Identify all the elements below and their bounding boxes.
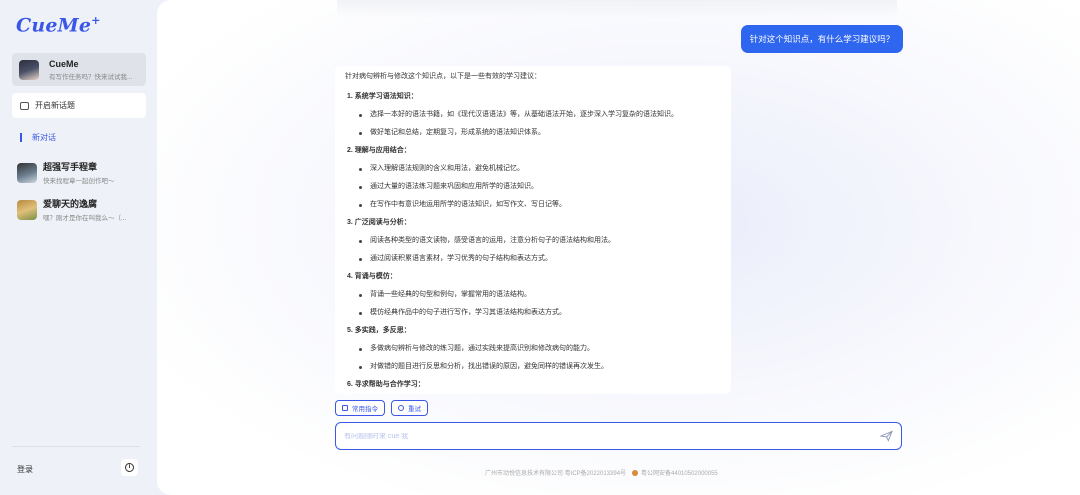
bullet-dot — [359, 257, 362, 261]
answer-bullet-text: 模仿经典作品中的句子进行写作，学习其语法结构和表达方式。 — [370, 309, 566, 316]
divider — [12, 446, 140, 447]
bot-card-subtitle: 有写作任务吗？快来试试我... — [49, 73, 133, 81]
login-button[interactable]: 登录 — [17, 464, 33, 475]
info-button[interactable]: i — [121, 459, 138, 476]
history-item-text: 爱聊天的逸腐 嘿？刚才是你在叫我么～（... — [43, 197, 126, 222]
avatar — [17, 162, 37, 183]
new-topic-button[interactable]: 开启新话题 — [12, 93, 146, 118]
answer-section: 3. 广泛阅读与分析： 阅读各种类型的语文读物，感受语言的运用，注意分析句子的语法… — [345, 218, 721, 264]
answer-bullet: 阅读各种类型的语文读物，感受语言的运用，注意分析句子的语法结构和用法。 — [345, 236, 721, 246]
new-topic-label: 开启新话题 — [35, 101, 75, 110]
answer-bullet-text: 在写作中有意识地运用所学的语法知识，如写作文、写日记等。 — [370, 201, 566, 208]
history-item-title: 爱聊天的逸腐 — [43, 199, 98, 209]
answer-bullet: 深入理解语法规则的含义和用法，避免机械记忆。 — [345, 164, 721, 174]
answer-bullet-text: 选择一本好的语法书籍，如《现代汉语语法》等，从基础语法开始，逐步深入学习复杂的语… — [370, 111, 678, 118]
answer-bullet: 通过阅读积累语言素材，学习优秀的句子结构和表达方式。 — [345, 254, 721, 264]
answer-section: 4. 背诵与模仿： 背诵一些经典的句型和例句，掌握常用的语法结构。模仿经典作品中的… — [345, 272, 721, 318]
answer-bullet: 做好笔记和总结，定期复习，形成系统的语法知识体系。 — [345, 128, 721, 138]
answer-bullet: 背诵一些经典的句型和例句，掌握常用的语法结构。 — [345, 290, 721, 300]
bullet-dot — [359, 167, 362, 171]
sidebar-item-new-chat[interactable]: 新对话 — [20, 132, 56, 143]
answer-section-title: 6. 寻求帮助与合作学习： — [347, 381, 425, 388]
message-input[interactable] — [344, 432, 844, 440]
bullet-dot — [359, 347, 362, 351]
bot-card-cueme[interactable]: CueMe 有写作任务吗？快来试试我... — [12, 53, 146, 86]
new-chat-label: 新对话 — [32, 133, 56, 142]
retry-button[interactable]: 重试 — [391, 400, 428, 416]
answer-section-title: 1. 系统学习语法知识： — [347, 93, 418, 100]
history-item-text: 超强写手程章 快来找程章一起创作吧～ — [43, 160, 115, 185]
chat-bubble-icon — [20, 101, 29, 110]
bullet-dot — [359, 203, 362, 207]
answer-section-title: 5. 多实践，多反思： — [347, 327, 411, 334]
answer-bullet-text: 通过大量的语法练习题来巩固和应用所学的语法知识。 — [370, 183, 538, 190]
avatar — [17, 199, 37, 220]
command-icon — [342, 405, 348, 411]
info-icon: i — [125, 463, 134, 472]
app-logo[interactable]: CueMe+ — [16, 14, 101, 36]
answer-bullet: 选择一本好的语法书籍，如《现代汉语语法》等，从基础语法开始，逐步深入学习复杂的语… — [345, 110, 721, 120]
history-item-subtitle: 快来找程章一起创作吧～ — [43, 178, 115, 185]
police-badge-icon — [632, 469, 639, 476]
avatar — [19, 59, 39, 80]
history-item-title: 超强写手程章 — [43, 162, 98, 172]
bullet-dot — [359, 311, 362, 315]
assistant-answer: 针对病句辨析与修改这个知识点，以下是一些有效的学习建议： 1. 系统学习语法知识… — [335, 66, 731, 394]
bot-card-text: CueMe 有写作任务吗？快来试试我... — [49, 59, 132, 81]
answer-sections: 1. 系统学习语法知识： 选择一本好的语法书籍，如《现代汉语语法》等，从基础语法开… — [345, 92, 721, 390]
bullet-dot — [359, 131, 362, 135]
chat-main: 针对这个知识点，有什么学习建议吗？ 针对病句辨析与修改这个知识点，以下是一些有效… — [157, 0, 1080, 495]
answer-bullet: 模仿经典作品中的句子进行写作，学习其语法结构和表达方式。 — [345, 308, 721, 318]
bullet-dot — [359, 293, 362, 297]
answer-section: 6. 寻求帮助与合作学习： — [345, 380, 721, 390]
answer-bullet-text: 做好笔记和总结，定期复习，形成系统的语法知识体系。 — [370, 129, 545, 136]
answer-section: 2. 理解与应用结合： 深入理解语法规则的含义和用法，避免机械记忆。通过大量的语法… — [345, 146, 721, 210]
bot-card-title: CueMe — [49, 58, 79, 69]
retry-label: 重试 — [408, 406, 421, 413]
user-message-bubble: 针对这个知识点，有什么学习建议吗？ — [741, 25, 903, 53]
police-text[interactable]: 粤公网安备44010502000055 — [641, 468, 718, 477]
active-indicator — [20, 133, 22, 142]
refresh-icon — [398, 405, 404, 411]
answer-actions: 常用指令 重试 — [335, 400, 428, 416]
answer-section: 5. 多实践，多反思： 多做病句辨析与修改的练习题，通过实践来提高识别和修改病句的… — [345, 326, 721, 372]
history-item[interactable]: 爱聊天的逸腐 嘿？刚才是你在叫我么～（... — [17, 197, 151, 222]
answer-section-title: 2. 理解与应用结合： — [347, 147, 411, 154]
answer-bullet-text: 深入理解语法规则的含义和用法，避免机械记忆。 — [370, 165, 524, 172]
answer-bullet-text: 多做病句辨析与修改的练习题，通过实践来提高识别和修改病句的能力。 — [370, 345, 594, 352]
history-item-subtitle: 嘿？刚才是你在叫我么～（... — [43, 215, 127, 222]
common-commands-button[interactable]: 常用指令 — [335, 400, 385, 416]
app-logo-text: CueMe — [16, 14, 92, 37]
bullet-dot — [359, 365, 362, 369]
common-commands-label: 常用指令 — [352, 406, 378, 413]
history-item[interactable]: 超强写手程章 快来找程章一起创作吧～ — [17, 160, 151, 185]
bullet-dot — [359, 113, 362, 117]
answer-bullet: 多做病句辨析与修改的练习题，通过实践来提高识别和修改病句的能力。 — [345, 344, 721, 354]
answer-bullet: 对做错的题目进行反思和分析，找出错误的原因，避免同样的错误再次发生。 — [345, 362, 721, 372]
answer-bullet: 在写作中有意识地运用所学的语法知识，如写作文、写日记等。 — [345, 200, 721, 210]
sidebar: CueMe+ CueMe 有写作任务吗？快来试试我... 开启新话题 新对话 超… — [0, 0, 157, 495]
scroll-fade — [337, 0, 897, 18]
bullet-dot — [359, 185, 362, 189]
app-logo-mark: + — [91, 14, 101, 27]
answer-bullet-text: 通过阅读积累语言素材，学习优秀的句子结构和表达方式。 — [370, 255, 552, 262]
bullet-dot — [359, 239, 362, 243]
answer-section-title: 4. 背诵与模仿： — [347, 273, 397, 280]
answer-bullet: 通过大量的语法练习题来巩固和应用所学的语法知识。 — [345, 182, 721, 192]
answer-bullet-text: 背诵一些经典的句型和例句，掌握常用的语法结构。 — [370, 291, 531, 298]
answer-section: 1. 系统学习语法知识： 选择一本好的语法书籍，如《现代汉语语法》等，从基础语法开… — [345, 92, 721, 138]
answer-bullet-text: 对做错的题目进行反思和分析，找出错误的原因，避免同样的错误再次发生。 — [370, 363, 608, 370]
footer: 广州市动悦信息技术有限公司 粤ICP备2022013394号 粤公网安备4401… — [485, 468, 718, 477]
answer-section-title: 3. 广泛阅读与分析： — [347, 219, 411, 226]
send-icon[interactable] — [880, 430, 893, 442]
answer-bullet-text: 阅读各种类型的语文读物，感受语言的运用，注意分析句子的语法结构和用法。 — [370, 237, 615, 244]
answer-intro: 针对病句辨析与修改这个知识点，以下是一些有效的学习建议： — [345, 73, 541, 80]
message-input-box — [335, 422, 902, 450]
icp-text[interactable]: 广州市动悦信息技术有限公司 粤ICP备2022013394号 — [485, 468, 626, 477]
